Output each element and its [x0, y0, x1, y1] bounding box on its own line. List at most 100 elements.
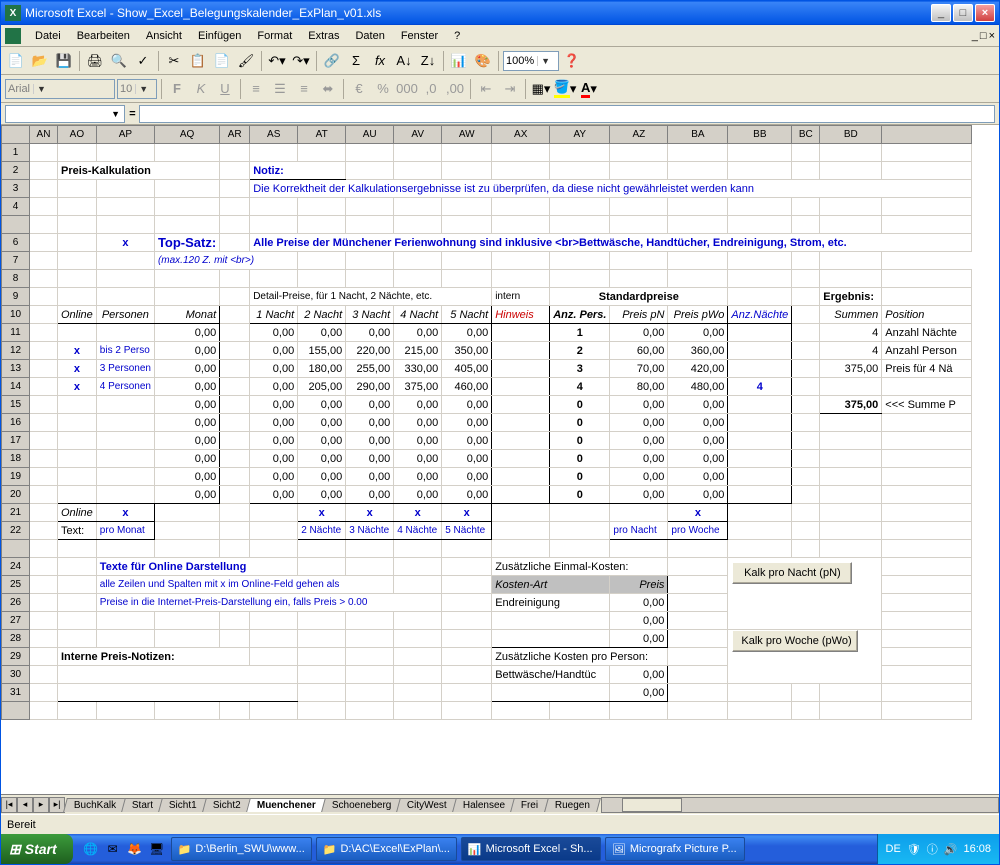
colh[interactable]: BB — [728, 126, 792, 144]
clock[interactable]: 16:08 — [963, 843, 991, 855]
row[interactable]: 9Detail-Preise, für 1 Nacht, 2 Nächte, e… — [2, 288, 972, 306]
menu-einfuegen[interactable]: Einfügen — [190, 28, 249, 44]
tray-icon[interactable]: 🔊 — [944, 843, 958, 856]
save-icon[interactable]: 💾 — [53, 50, 75, 72]
colh[interactable]: AU — [346, 126, 394, 144]
firefox-icon[interactable]: 🦊 — [125, 839, 145, 859]
size-combo[interactable]: 10▼ — [117, 79, 157, 99]
sheet-tab[interactable]: Schoeneberg — [321, 798, 402, 812]
formula-input[interactable] — [139, 105, 995, 123]
align-center-icon[interactable]: ☰ — [269, 78, 291, 100]
autosum-icon[interactable]: Σ — [345, 50, 367, 72]
row[interactable]: 3Die Korrektheit der Kalkulationsergebni… — [2, 180, 972, 198]
row[interactable]: 22 Text: pro Monat 2 Nächte 3 Nächte 4 N… — [2, 522, 972, 540]
doc-close[interactable]: × — [989, 30, 995, 42]
spellcheck-icon[interactable]: ✓ — [132, 50, 154, 72]
data-row[interactable]: 15 0,00 0,000,000,000,000,00 00,000,00 3… — [2, 396, 972, 414]
thousands-icon[interactable]: 000 — [396, 78, 418, 100]
fill-color-icon[interactable]: 🪣▾ — [554, 78, 576, 100]
chart-icon[interactable]: 📊 — [448, 50, 470, 72]
zoom-combo[interactable]: 100%▼ — [503, 51, 559, 71]
row[interactable]: 280,00 Kalk pro Woche (pWo) — [2, 630, 972, 648]
colh[interactable]: AZ — [610, 126, 668, 144]
menu-datei[interactable]: Datei — [27, 28, 69, 44]
colh[interactable]: AQ — [154, 126, 219, 144]
new-icon[interactable]: 📄 — [5, 50, 27, 72]
format-painter-icon[interactable]: 🖌 — [235, 50, 257, 72]
cut-icon[interactable]: ✂ — [163, 50, 185, 72]
minimize-button[interactable]: _ — [931, 4, 951, 22]
row[interactable]: 24Texte für Online DarstellungZusätzlich… — [2, 558, 972, 576]
colh[interactable]: AO — [58, 126, 97, 144]
dec-decimal-icon[interactable]: ,00 — [444, 78, 466, 100]
kalk-woche-button[interactable]: Kalk pro Woche (pWo) — [732, 630, 858, 652]
doc-minimize[interactable]: _ — [972, 30, 978, 42]
sheet-tab[interactable]: CityWest — [396, 798, 458, 812]
open-icon[interactable]: 📂 — [29, 50, 51, 72]
row[interactable]: 7(max.120 Z. mit <br>) — [2, 252, 972, 270]
menu-fenster[interactable]: Fenster — [393, 28, 446, 44]
colh[interactable]: BD — [820, 126, 882, 144]
paste-icon[interactable]: 📄 — [211, 50, 233, 72]
colh[interactable]: AR — [220, 126, 250, 144]
kalk-nacht-button[interactable]: Kalk pro Nacht (pN) — [732, 562, 852, 584]
colh[interactable]: BA — [668, 126, 728, 144]
font-color-icon[interactable]: A▾ — [578, 78, 600, 100]
colh[interactable]: AP — [96, 126, 154, 144]
colh[interactable]: AY — [550, 126, 610, 144]
print-icon[interactable]: 🖨 — [84, 50, 106, 72]
data-row[interactable]: 13 x 3 Personen 0,00 0,00180,00255,00330… — [2, 360, 972, 378]
task-item[interactable]: 📊 Microsoft Excel - Sh... — [461, 837, 601, 861]
row[interactable] — [2, 540, 972, 558]
colh[interactable]: BC — [792, 126, 820, 144]
percent-icon[interactable]: % — [372, 78, 394, 100]
align-left-icon[interactable]: ≡ — [245, 78, 267, 100]
tray-icon[interactable]: 🛡 — [907, 843, 921, 856]
system-tray[interactable]: DE 🛡 ⓘ 🔊 16:08 — [877, 834, 999, 864]
borders-icon[interactable]: ▦▾ — [530, 78, 552, 100]
colh[interactable]: AV — [394, 126, 442, 144]
desktop-icon[interactable]: 🖥 — [147, 839, 167, 859]
menu-help[interactable]: ? — [446, 28, 468, 44]
hscroll[interactable] — [601, 797, 999, 813]
colh[interactable]: AW — [442, 126, 492, 144]
data-row[interactable]: 19 0,00 0,000,000,000,000,00 00,000,00 — [2, 468, 972, 486]
redo-icon[interactable]: ↷▾ — [290, 50, 312, 72]
inc-decimal-icon[interactable]: ,0 — [420, 78, 442, 100]
mail-icon[interactable]: ✉ — [103, 839, 123, 859]
row[interactable] — [2, 216, 972, 234]
doc-restore[interactable]: □ — [980, 30, 987, 42]
sort-desc-icon[interactable]: Z↓ — [417, 50, 439, 72]
colh[interactable] — [882, 126, 972, 144]
sheet-tab[interactable]: Sicht2 — [202, 798, 252, 812]
tray-icon[interactable]: ⓘ — [927, 841, 938, 857]
sheet-tab[interactable]: BuchKalk — [63, 798, 127, 812]
menu-ansicht[interactable]: Ansicht — [138, 28, 190, 44]
menu-extras[interactable]: Extras — [300, 28, 347, 44]
row[interactable]: 310,00 — [2, 684, 972, 702]
colh[interactable]: AS — [250, 126, 298, 144]
row[interactable]: 8 — [2, 270, 972, 288]
task-item[interactable]: 📁 D:\Berlin_SWU\www... — [171, 837, 312, 861]
align-right-icon[interactable]: ≡ — [293, 78, 315, 100]
colh[interactable]: AX — [492, 126, 550, 144]
bold-icon[interactable]: F — [166, 78, 188, 100]
spreadsheet-grid[interactable]: AN AO AP AQ AR AS AT AU AV AW AX AY AZ B… — [1, 125, 999, 794]
menu-bearbeiten[interactable]: Bearbeiten — [69, 28, 138, 44]
row[interactable]: 1 — [2, 144, 972, 162]
font-combo[interactable]: Arial▼ — [5, 79, 115, 99]
copy-icon[interactable]: 📋 — [187, 50, 209, 72]
row[interactable]: 21 Online x x x x x x — [2, 504, 972, 522]
doc-icon[interactable] — [5, 28, 21, 44]
data-row[interactable]: 20 0,00 0,000,000,000,000,00 00,000,00 — [2, 486, 972, 504]
menu-format[interactable]: Format — [249, 28, 300, 44]
close-button[interactable]: × — [975, 4, 995, 22]
function-icon[interactable]: fx — [369, 50, 391, 72]
row[interactable]: 4 — [2, 198, 972, 216]
data-row[interactable]: 17 0,00 0,000,000,000,000,00 00,000,00 — [2, 432, 972, 450]
undo-icon[interactable]: ↶▾ — [266, 50, 288, 72]
drawing-icon[interactable]: 🎨 — [472, 50, 494, 72]
inc-indent-icon[interactable]: ⇥ — [499, 78, 521, 100]
tab-next-icon[interactable]: ▸ — [33, 797, 49, 813]
data-row[interactable]: 18 0,00 0,000,000,000,000,00 00,000,00 — [2, 450, 972, 468]
